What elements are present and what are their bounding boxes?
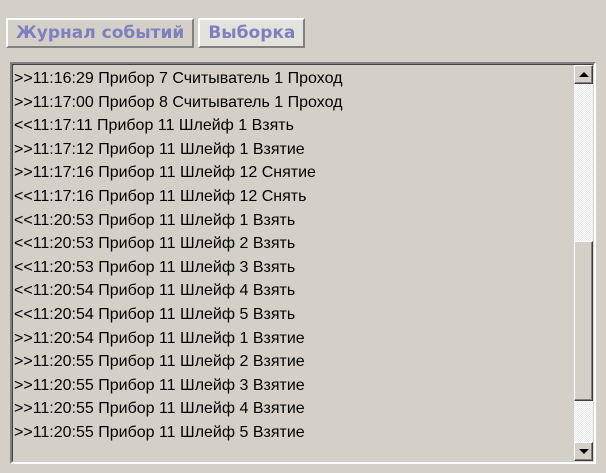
- list-item[interactable]: >>11:17:00 Прибор 8 Считыватель 1 Проход: [14, 91, 574, 115]
- event-log-viewport: >>11:16:29 Прибор 7 Считыватель 1 Проход…: [12, 64, 594, 462]
- scroll-down-button[interactable]: [574, 442, 593, 461]
- list-item[interactable]: <<11:20:53 Прибор 11 Шлейф 2 Взять: [14, 232, 574, 256]
- list-item[interactable]: >>11:17:12 Прибор 11 Шлейф 1 Взятие: [14, 138, 574, 162]
- tab-bar: Журнал событий Выборка: [6, 14, 309, 48]
- list-item[interactable]: >>11:17:16 Прибор 11 Шлейф 12 Снятие: [14, 161, 574, 185]
- event-log-rows: >>11:16:29 Прибор 7 Считыватель 1 Проход…: [14, 67, 574, 445]
- tab-event-log[interactable]: Журнал событий: [6, 18, 195, 48]
- list-item[interactable]: <<11:20:53 Прибор 11 Шлейф 3 Взять: [14, 256, 574, 280]
- event-log-list[interactable]: >>11:16:29 Прибор 7 Считыватель 1 Проход…: [10, 62, 596, 464]
- list-item[interactable]: >>11:20:55 Прибор 11 Шлейф 2 Взятие: [14, 350, 574, 374]
- vertical-scrollbar[interactable]: [574, 65, 593, 461]
- list-item[interactable]: <<11:20:54 Прибор 11 Шлейф 5 Взять: [14, 303, 574, 327]
- arrow-up-icon: [579, 72, 589, 77]
- list-item[interactable]: >>11:16:29 Прибор 7 Считыватель 1 Проход: [14, 67, 574, 91]
- list-item[interactable]: <<11:17:11 Прибор 11 Шлейф 1 Взять: [14, 114, 574, 138]
- list-item[interactable]: <<11:17:16 Прибор 11 Шлейф 12 Снять: [14, 185, 574, 209]
- arrow-down-icon: [579, 449, 589, 454]
- scroll-up-button[interactable]: [574, 65, 593, 84]
- scrollbar-thumb[interactable]: [574, 241, 593, 401]
- tab-selection[interactable]: Выборка: [198, 18, 306, 48]
- list-item[interactable]: <<11:20:54 Прибор 11 Шлейф 4 Взять: [14, 279, 574, 303]
- list-item[interactable]: <<11:20:53 Прибор 11 Шлейф 1 Взять: [14, 209, 574, 233]
- list-item[interactable]: >>11:20:55 Прибор 11 Шлейф 5 Взятие: [14, 421, 574, 445]
- list-item[interactable]: >>11:20:54 Прибор 11 Шлейф 1 Взятие: [14, 327, 574, 351]
- list-item[interactable]: >>11:20:55 Прибор 11 Шлейф 4 Взятие: [14, 397, 574, 421]
- list-item[interactable]: >>11:20:55 Прибор 11 Шлейф 3 Взятие: [14, 374, 574, 398]
